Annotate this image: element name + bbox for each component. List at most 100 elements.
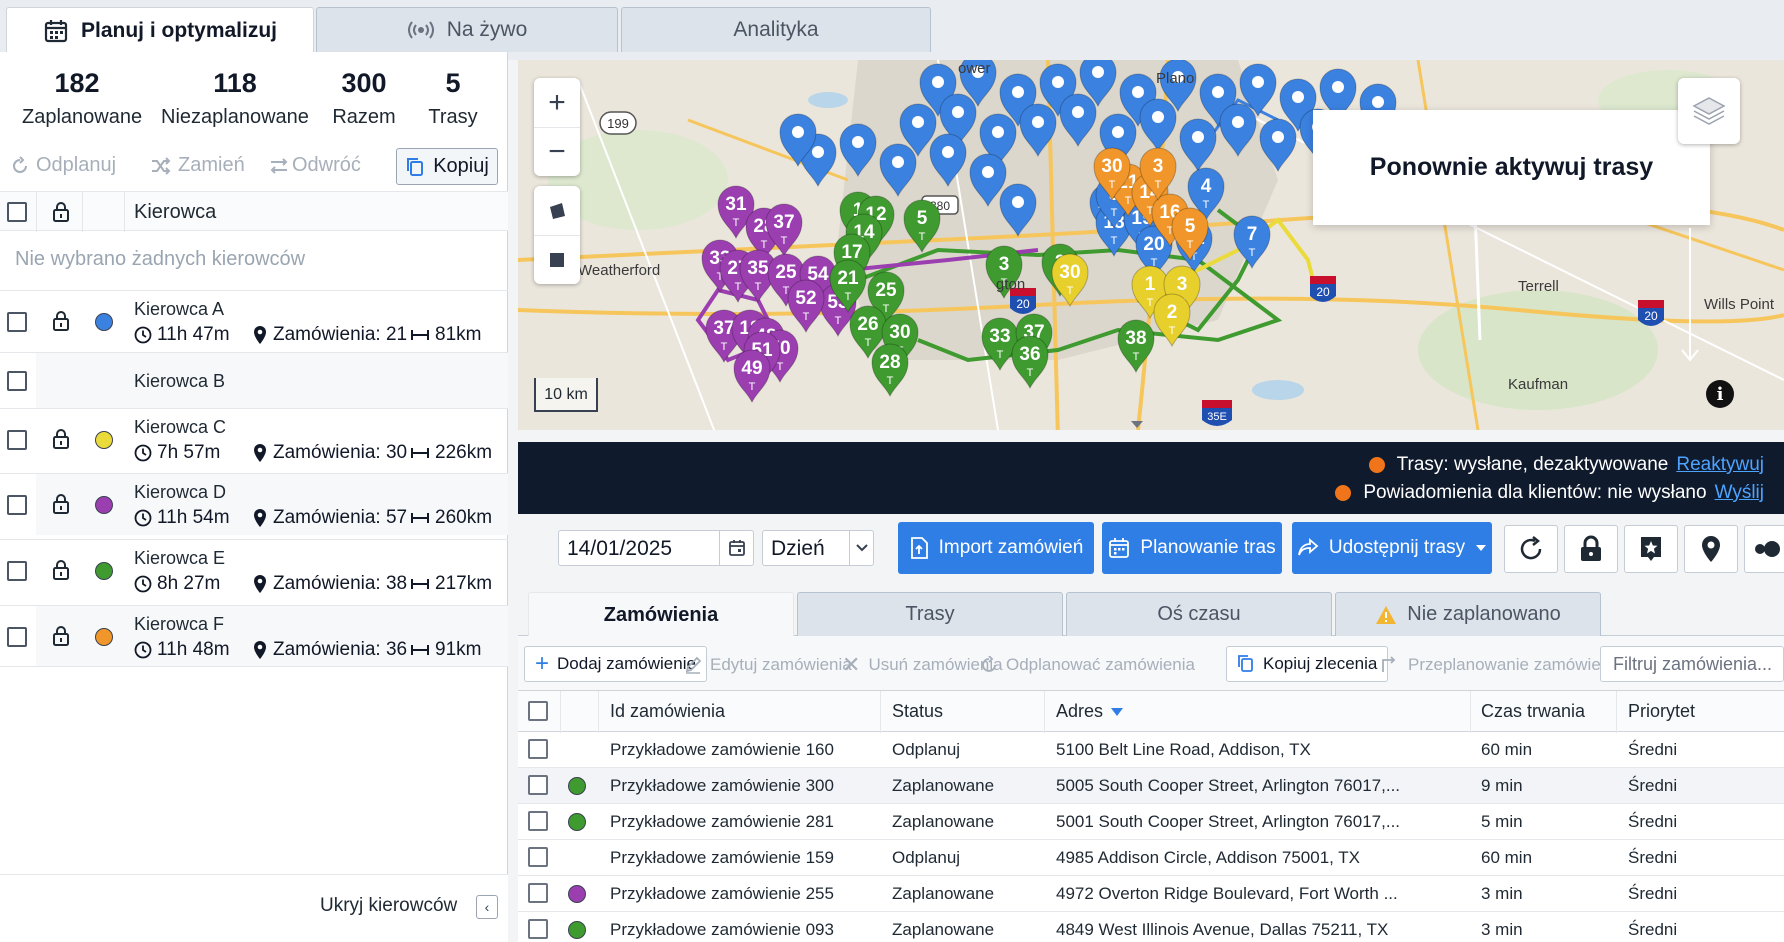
- map-place-label: Weatherford: [578, 262, 661, 279]
- reactivate-link[interactable]: Reaktywuj: [1676, 454, 1764, 476]
- share-routes-button[interactable]: Udostępnij trasy: [1292, 522, 1492, 574]
- reverse-button[interactable]: Odwróć: [268, 154, 361, 177]
- driver-checkbox[interactable]: [7, 495, 27, 515]
- driver-orders-value: Zamówienia: 38: [273, 573, 408, 594]
- table-row[interactable]: Przykładowe zamówienie 255 Zaplanowane 497…: [518, 876, 1784, 912]
- add-order-button[interactable]: + Dodaj zamówienie: [524, 646, 707, 682]
- refresh-button[interactable]: [1504, 525, 1558, 573]
- map-place-label: ower: [958, 60, 991, 77]
- caret-down-icon: [1476, 545, 1487, 551]
- copy-button[interactable]: Kopiuj: [396, 148, 498, 185]
- select-all-orders-checkbox[interactable]: [528, 701, 548, 721]
- table-row[interactable]: Przykładowe zamówienie 300 Zaplanowane 500…: [518, 768, 1784, 804]
- stat-total: 300 Razem: [326, 68, 402, 129]
- pin-type-label: T: [835, 315, 842, 327]
- pin-type-label: T: [1203, 199, 1210, 211]
- driver-row-d[interactable]: Kierowca D 11h 54m Zamówienia: 57 260km: [0, 473, 508, 535]
- filter-orders-input[interactable]: Filtruj zamówienia...: [1600, 646, 1784, 682]
- column-status[interactable]: Status: [892, 701, 943, 722]
- driver-row-e[interactable]: Kierowca E 8h 27m Zamówienia: 38 217km: [0, 539, 508, 601]
- unlock-icon[interactable]: [51, 558, 71, 582]
- tab-plan-optimize[interactable]: Planuj i optymalizuj: [6, 7, 314, 53]
- more-options-button[interactable]: [1744, 525, 1784, 573]
- period-select[interactable]: Dzień: [762, 530, 874, 566]
- table-row[interactable]: Przykładowe zamówienie 093 Zaplanowane 484…: [518, 912, 1784, 942]
- tab-routes[interactable]: Trasy: [797, 592, 1063, 636]
- driver-row-b[interactable]: Kierowca B: [0, 352, 508, 408]
- stat-routes-value: 5: [445, 68, 461, 98]
- table-row[interactable]: Przykładowe zamówienie 160 Odplanuj 5100 B…: [518, 732, 1784, 768]
- zoom-in-button[interactable]: +: [534, 78, 580, 127]
- import-orders-button[interactable]: Import zamówień: [898, 522, 1094, 574]
- map-layers-button[interactable]: [1678, 78, 1740, 144]
- pin-type-label: T: [733, 217, 740, 229]
- column-address[interactable]: Adres: [1056, 701, 1124, 722]
- tab-orders[interactable]: Zamówienia: [528, 592, 794, 637]
- draw-rectangle-button[interactable]: [534, 235, 580, 284]
- lock-icon[interactable]: [51, 200, 71, 224]
- column-divider: [1470, 691, 1471, 733]
- hide-drivers-label[interactable]: Ukryj kierowców: [320, 895, 457, 917]
- driver-checkbox[interactable]: [7, 627, 27, 647]
- row-checkbox[interactable]: [528, 775, 548, 795]
- unlock-icon[interactable]: [51, 492, 71, 516]
- collapse-panel-button[interactable]: ‹: [476, 895, 498, 919]
- driver-duration-value: 11h 48m: [157, 639, 230, 660]
- driver-meta: 11h 48m Zamówienia: 36 91km: [134, 639, 481, 661]
- column-duration[interactable]: Czas trwania: [1481, 701, 1585, 722]
- driver-row-f[interactable]: Kierowca F 11h 48m Zamówienia: 36 91km: [0, 605, 508, 667]
- edit-orders-button[interactable]: Edytuj zamówienia: [684, 648, 852, 682]
- pin-number-label: 2: [1167, 302, 1178, 323]
- table-row[interactable]: Przykładowe zamówienie 159 Odplanuj 4985 A…: [518, 840, 1784, 876]
- location-button[interactable]: [1684, 525, 1738, 573]
- unplan-orders-button[interactable]: Odplanować zamówienia: [980, 648, 1195, 682]
- bookmark-button[interactable]: [1624, 525, 1678, 573]
- row-checkbox[interactable]: [528, 883, 548, 903]
- delete-orders-button[interactable]: ✕ Usuń zamówienia: [842, 648, 1003, 682]
- table-row[interactable]: Przykładowe zamówienie 281 Zaplanowane 500…: [518, 804, 1784, 840]
- row-checkbox[interactable]: [528, 847, 548, 867]
- unplan-button[interactable]: Odplanuj: [10, 154, 116, 177]
- tab-unplanned[interactable]: Nie zaplanowano: [1335, 592, 1601, 636]
- driver-checkbox[interactable]: [7, 430, 27, 450]
- driver-checkbox[interactable]: [7, 371, 27, 391]
- stat-total-value: 300: [341, 68, 387, 98]
- driver-checkbox[interactable]: [7, 312, 27, 332]
- unlock-icon[interactable]: [51, 309, 71, 333]
- select-all-checkbox[interactable]: [7, 202, 27, 222]
- zoom-out-button[interactable]: −: [534, 127, 580, 176]
- tab-analytics[interactable]: Analityka: [621, 7, 931, 52]
- route-map[interactable]: 199 380 20 20 20 35E 17T18T19T20T21T7T4T…: [518, 60, 1784, 430]
- unlock-icon[interactable]: [51, 624, 71, 648]
- draw-polygon-button[interactable]: [534, 186, 580, 235]
- send-link[interactable]: Wyślij: [1715, 482, 1764, 504]
- driver-name: Kierowca B: [134, 371, 226, 391]
- driver-checkbox[interactable]: [7, 561, 27, 581]
- copy-orders-button[interactable]: Kopiuj zlecenia: [1226, 646, 1389, 682]
- driver-row-c[interactable]: Kierowca C 7h 57m Zamówienia: 30 226km: [0, 408, 508, 470]
- row-checkbox[interactable]: [528, 919, 548, 939]
- cell-status: Odplanuj: [892, 740, 961, 759]
- replan-orders-button[interactable]: Przeplanowanie zamówień: [1380, 648, 1610, 682]
- unlock-icon[interactable]: [51, 427, 71, 451]
- lock-routes-button[interactable]: [1564, 525, 1618, 573]
- calendar-icon[interactable]: [719, 531, 753, 565]
- chevron-down-icon: [849, 531, 873, 565]
- distance-icon: [411, 579, 429, 589]
- swap-button[interactable]: Zamień: [150, 154, 245, 177]
- column-priority[interactable]: Priorytet: [1628, 701, 1695, 722]
- date-picker[interactable]: 14/01/2025: [558, 530, 754, 566]
- column-order-id[interactable]: Id zamówienia: [610, 701, 725, 722]
- cell-status: Odplanuj: [892, 848, 961, 867]
- driver-name: Kierowca E: [134, 548, 226, 568]
- tab-timeline[interactable]: Oś czasu: [1066, 592, 1332, 636]
- plan-routes-button[interactable]: Planowanie tras: [1102, 522, 1282, 574]
- row-checkbox[interactable]: [528, 739, 548, 759]
- driver-row-a[interactable]: Kierowca A 11h 47m Zamówienia: 21 81km: [0, 290, 508, 352]
- tab-live[interactable]: Na żywo: [316, 7, 618, 52]
- highway-label: 20: [1016, 297, 1030, 311]
- row-checkbox[interactable]: [528, 811, 548, 831]
- copy-icon: [1238, 655, 1253, 672]
- caret-down-icon[interactable]: [1130, 420, 1144, 430]
- map-info-button[interactable]: i: [1706, 380, 1734, 408]
